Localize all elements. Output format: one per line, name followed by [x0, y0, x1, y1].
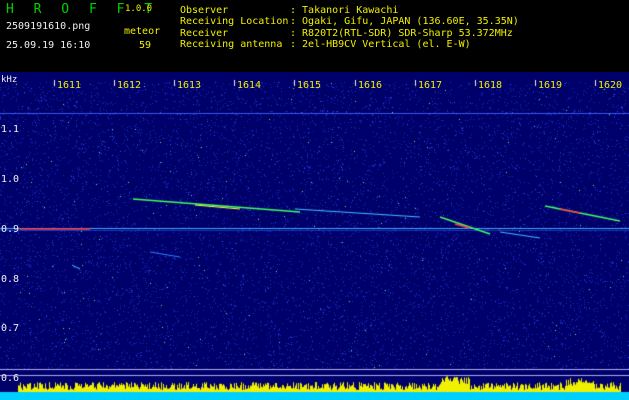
freq-label: 1.1: [1, 124, 20, 135]
freq-label: 0.6: [1, 373, 20, 384]
time-label: 1611: [57, 80, 82, 91]
time-label: 1612: [117, 80, 142, 91]
receiver-label: Receiver: [180, 28, 229, 39]
freq-label: 0.9: [1, 224, 20, 235]
observer-label: Observer: [180, 5, 229, 16]
time-label: 1613: [177, 80, 202, 91]
freq-label: 1.0: [1, 174, 20, 185]
freq-label: 0.7: [1, 323, 20, 334]
time-label: 1620: [598, 80, 623, 91]
location-label: Receiving Location: [180, 16, 289, 27]
app-version: 1.0.0: [125, 4, 153, 14]
date-time: 25.09.19 16:10: [6, 40, 91, 51]
time-label: 1618: [478, 80, 503, 91]
observer-value: : Takanori Kawachi: [290, 5, 399, 16]
time-label: 1614: [237, 80, 262, 91]
unit-label: kHz: [1, 75, 18, 85]
spectrogram-canvas: [0, 72, 629, 400]
receiver-value: : R820T2(RTL-SDR) SDR-Sharp 53.372MHz: [290, 28, 513, 39]
time-label: 1616: [358, 80, 383, 91]
freq-label: 0.8: [1, 274, 20, 285]
antenna-label: Receiving antenna: [180, 39, 283, 50]
meteor-count: 59: [139, 40, 152, 51]
location-value: : Ogaki, Gifu, JAPAN (136.60E, 35.35N): [290, 16, 519, 27]
meteor-label: meteor: [124, 26, 161, 37]
time-label: 1619: [538, 80, 563, 91]
file-name: 2509191610.png: [6, 21, 91, 32]
header: H R O F F T 1.0.0 2509191610.png 25.09.1…: [0, 0, 629, 72]
time-label: 1615: [297, 80, 322, 91]
time-label: 1617: [418, 80, 443, 91]
antenna-value: : 2el-HB9CV Vertical (el. E-W): [290, 39, 471, 50]
